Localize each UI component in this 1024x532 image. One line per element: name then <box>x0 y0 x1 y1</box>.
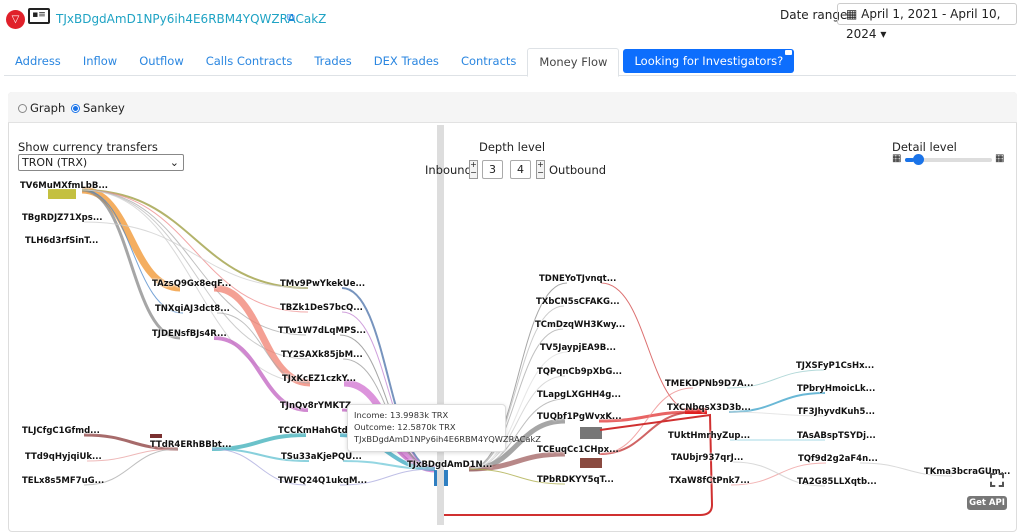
sankey-node-label[interactable]: TELx8s5MF7uG... <box>22 476 104 486</box>
sankey-node-label[interactable]: TAsABspTSYDj... <box>797 431 876 441</box>
sankey-node-label[interactable]: TXaW8fCtPnk7... <box>669 476 750 486</box>
outbound-depth-input[interactable]: 4 <box>510 160 531 179</box>
sankey-node-label[interactable]: TMv9PwYkekUe... <box>280 279 365 289</box>
sankey-node-label[interactable]: TXCNbqsX3D3b... <box>667 403 751 413</box>
sankey-node-label[interactable]: TMEKDPNb9D7A... <box>665 379 753 389</box>
sankey-node-label[interactable]: TTw1W7dLqMPS... <box>278 326 366 336</box>
sankey-node-label[interactable]: TTd9qHyjqiUk... <box>25 452 102 462</box>
sankey-node-label[interactable]: TJxKcEZ1czkY... <box>282 374 356 384</box>
sankey-node-label[interactable]: TDNEYoTJvnqt... <box>539 274 616 284</box>
currency-label: Show currency transfers <box>18 140 158 154</box>
get-api-button[interactable]: Get API <box>967 496 1007 510</box>
currency-value: TRON (TRX) <box>22 156 88 169</box>
sankey-node-label[interactable]: TQf9d2g2aF4n... <box>798 454 878 464</box>
grid-coarse-icon: ▦ <box>892 153 902 164</box>
sankey-node-label[interactable]: TJDENsfBJs4R... <box>152 329 227 339</box>
outbound-minus-button[interactable]: − <box>537 169 544 177</box>
currency-select[interactable]: TRON (TRX) ⌄ <box>18 154 184 171</box>
sankey-node[interactable] <box>580 427 602 439</box>
sankey-node-label[interactable]: TCEuqCc1CHpx... <box>537 445 619 455</box>
sankey-node-label[interactable]: TJXSFyP1CsHx... <box>796 361 874 371</box>
sankey-node-label[interactable]: TPbRDKYY5qT... <box>537 475 614 485</box>
sankey-node-label[interactable]: TJxBDgdAmD1N... <box>407 460 492 470</box>
tooltip-outcome: Outcome: 12.5870k TRX <box>354 422 456 432</box>
sankey-node-label[interactable]: TAUbjr937qrJ... <box>671 453 743 463</box>
sankey-link[interactable] <box>81 189 184 314</box>
node-tooltip: Income: 13.9983k TRX Outcome: 12.5870k T… <box>347 404 541 452</box>
sankey-node-label[interactable]: TA2G85LLXqtb... <box>797 477 877 487</box>
inbound-minus-button[interactable]: − <box>470 169 477 177</box>
sankey-node-label[interactable]: TPbryHmoicLk... <box>797 384 875 394</box>
sankey-node[interactable] <box>580 458 602 468</box>
sankey-node-label[interactable]: TAzsQ9Gx8eqF... <box>152 279 231 289</box>
inbound-stepper[interactable]: + − <box>469 160 478 179</box>
sankey-link[interactable] <box>216 312 311 384</box>
detail-level-label: Detail level <box>892 140 957 154</box>
depth-level-label: Depth level <box>479 140 546 154</box>
sankey-node-label[interactable]: TBZk1DeS7bcQ... <box>280 303 363 313</box>
sankey-node-label[interactable]: TV5JaypjEA9B... <box>540 343 616 353</box>
sankey-node-label[interactable]: TLJCfgC1Gfmd... <box>22 426 100 436</box>
inbound-label: Inbound <box>425 163 472 177</box>
sankey-node-label[interactable]: TUktHmrhyZup... <box>668 431 750 441</box>
sankey-node-label[interactable]: TNXqiAJ3dct8... <box>155 304 230 314</box>
sankey-node-label[interactable]: TQPqnCb9pXbG... <box>537 367 622 377</box>
sankey-node-label[interactable]: TTdR4ERhBBbt... <box>150 440 232 450</box>
sankey-node-label[interactable]: TF3JhyvdKuh5... <box>797 407 875 417</box>
chevron-down-icon: ⌄ <box>169 156 179 169</box>
detail-level-slider[interactable] <box>905 154 992 165</box>
tooltip-income: Income: 13.9983k TRX <box>354 410 449 420</box>
inbound-depth-input[interactable]: 3 <box>482 160 503 179</box>
sankey-node-label[interactable]: TXbCN5sCFAKG... <box>536 297 620 307</box>
sankey-node-label[interactable]: TUQbf1PgWvxK... <box>537 412 622 422</box>
fullscreen-icon[interactable] <box>990 473 1004 487</box>
sankey-node-label[interactable]: TSu33aKjePQU... <box>281 452 362 462</box>
sankey-node-label[interactable]: TCmDzqWH3Kwy... <box>535 320 625 330</box>
sankey-node-label[interactable]: TBgRDJZ71Xps... <box>22 213 103 223</box>
sankey-node-label[interactable]: TV6MuMXfmLbB... <box>20 181 108 191</box>
slider-handle[interactable] <box>913 154 924 165</box>
tooltip-address: TJxBDgdAmD1NPy6ih4E6RBM4YQWZRACakZ <box>354 434 541 444</box>
sankey-node-label[interactable]: TLapgLXGHH4g... <box>537 390 621 400</box>
outbound-label: Outbound <box>549 163 607 177</box>
sankey-node[interactable] <box>150 434 162 438</box>
outbound-stepper[interactable]: + − <box>536 160 545 179</box>
sankey-node-label[interactable]: TY2SAXk85jbM... <box>281 350 363 360</box>
sankey-node-label[interactable]: TWFQ24Q1ukqM... <box>278 476 367 486</box>
sankey-node-label[interactable]: TLH6d3rfSinT... <box>25 236 98 246</box>
grid-fine-icon: ▦ <box>995 153 1005 164</box>
